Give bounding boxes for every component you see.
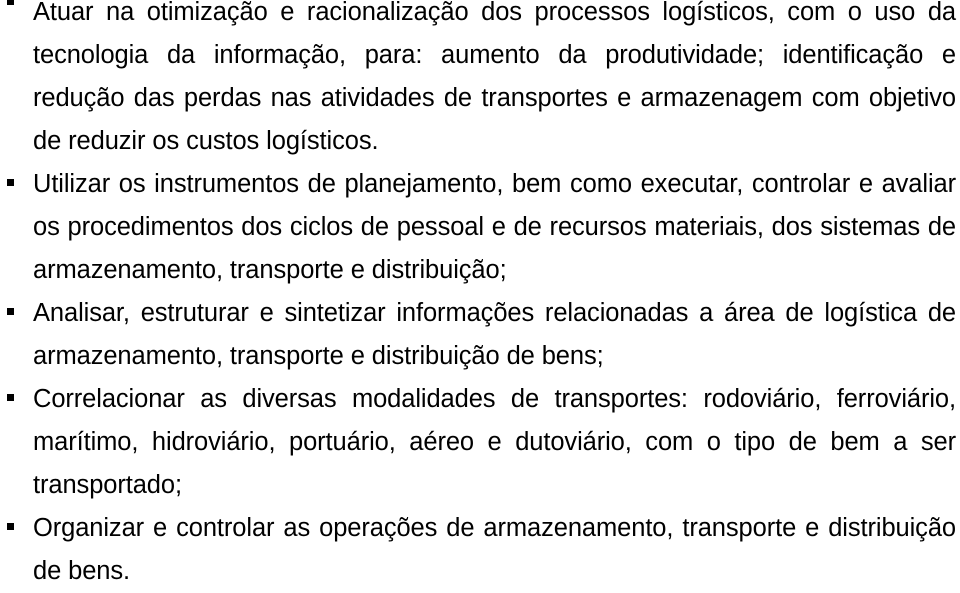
- bullet-text: Analisar, estruturar e sintetizar inform…: [33, 299, 956, 370]
- list-item: Atuar na otimização e racionalização dos…: [0, 0, 960, 163]
- slide-content-area: Atuar na otimização e racionalização dos…: [0, 0, 960, 585]
- square-bullet-icon: [7, 308, 14, 315]
- square-bullet-icon: [7, 0, 14, 5]
- bullet-text: Correlacionar as diversas modalidades de…: [33, 385, 956, 499]
- bullet-text: Utilizar os instrumentos de planejamento…: [33, 170, 956, 284]
- list-item: Analisar, estruturar e sintetizar inform…: [0, 292, 960, 378]
- square-bullet-icon: [7, 394, 14, 401]
- list-item: Correlacionar as diversas modalidades de…: [0, 378, 960, 507]
- list-item: Organizar e controlar as operações de ar…: [0, 507, 960, 593]
- square-bullet-icon: [7, 523, 14, 530]
- competency-bullet-list: Atuar na otimização e racionalização dos…: [0, 0, 960, 593]
- list-item: Utilizar os instrumentos de planejamento…: [0, 163, 960, 292]
- bullet-text: Organizar e controlar as operações de ar…: [33, 514, 956, 585]
- square-bullet-icon: [7, 179, 14, 186]
- bullet-text: Atuar na otimização e racionalização dos…: [33, 0, 956, 155]
